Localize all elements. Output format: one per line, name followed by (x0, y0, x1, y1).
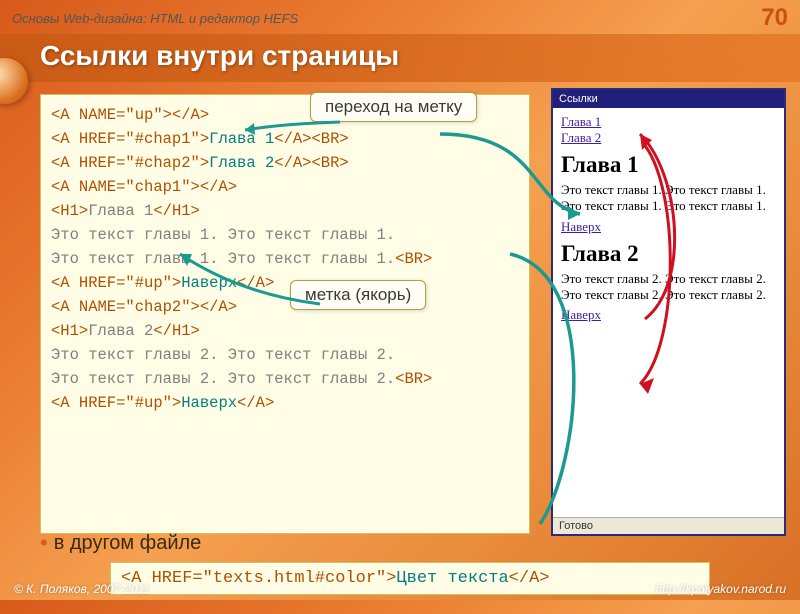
code-block-main: <A NAME="up"></A> <A HREF="#chap1">Глава… (40, 94, 530, 534)
preview-h1-chap1: Глава 1 (561, 152, 776, 178)
preview-link-chap1[interactable]: Глава 1 (561, 114, 601, 129)
footer: © К. Поляков, 2007-2011 http://kpolyakov… (0, 582, 800, 596)
top-bar: Основы Web-дизайна: HTML и редактор HEFS… (0, 0, 800, 34)
preview-titlebar: Ссылки (553, 90, 784, 108)
preview-h1-chap2: Глава 2 (561, 241, 776, 267)
callout-anchor: метка (якорь) (290, 280, 426, 310)
preview-link-up1[interactable]: Наверх (561, 219, 601, 234)
preview-statusbar: Готово (553, 517, 784, 534)
preview-body: Глава 1 Глава 2 Глава 1 Это текст главы … (553, 108, 784, 327)
content-area: <A NAME="up"></A> <A HREF="#chap1">Глава… (40, 94, 786, 540)
preview-text-chap2: Это текст главы 2. Это текст главы 2. Эт… (561, 271, 776, 304)
bullet-dot-icon: • (40, 530, 48, 555)
footer-url: http://kpolyakov.narod.ru (655, 582, 786, 596)
page-number: 70 (761, 4, 788, 32)
copyright: © К. Поляков, 2007-2011 (14, 582, 150, 596)
slide-title: Ссылки внутри страницы (0, 34, 800, 82)
preview-link-chap2[interactable]: Глава 2 (561, 130, 601, 145)
course-title: Основы Web-дизайна: HTML и редактор HEFS (12, 11, 298, 26)
callout-goto-anchor: переход на метку (310, 92, 477, 122)
browser-preview: Ссылки Глава 1 Глава 2 Глава 1 Это текст… (551, 88, 786, 536)
preview-text-chap1: Это текст главы 1. Это текст главы 1. Эт… (561, 182, 776, 215)
preview-link-up2[interactable]: Наверх (561, 307, 601, 322)
bullet-other-file: •в другом файле (40, 530, 201, 556)
